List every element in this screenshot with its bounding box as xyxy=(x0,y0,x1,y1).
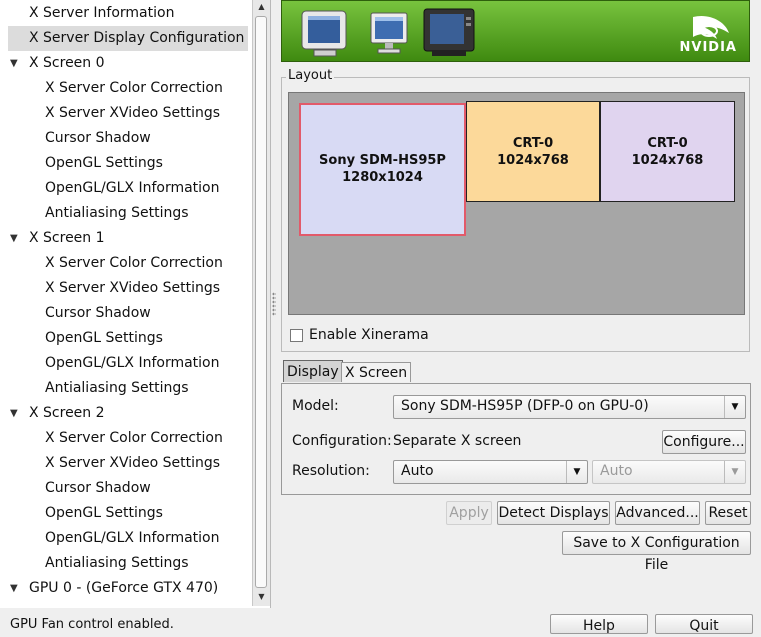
display-resolution: 1280x1024 xyxy=(342,170,423,185)
tree-item-label: OpenGL/GLX Information xyxy=(45,355,220,371)
display-box[interactable]: Sony SDM-HS95P 1280x1024 xyxy=(299,103,466,236)
tree-item-label: OpenGL Settings xyxy=(45,505,163,521)
tree-item-label: OpenGL/GLX Information xyxy=(45,180,220,196)
tree-item[interactable]: X Server XVideo Settings xyxy=(0,451,248,476)
save-config-button[interactable]: Save to X Configuration File xyxy=(562,531,751,573)
refresh-rate-value: Auto xyxy=(600,463,633,479)
tree-item[interactable]: X Server Color Correction xyxy=(0,76,248,101)
configure-button[interactable]: Configure... xyxy=(662,430,746,454)
tree-item[interactable]: OpenGL Settings xyxy=(0,326,248,351)
tree-item-label: GPU 0 - (GeForce GTX 470) xyxy=(29,580,219,596)
tree-item-label: Cursor Shadow xyxy=(45,305,151,321)
xinerama-checkbox[interactable] xyxy=(290,329,303,342)
tree-item-label: OpenGL Settings xyxy=(45,330,163,346)
layout-label: Layout xyxy=(286,68,335,83)
tree-item[interactable]: Antialiasing Settings xyxy=(0,376,248,401)
display-name: CRT-0 xyxy=(647,136,688,151)
model-label: Model: xyxy=(292,398,339,414)
advanced-button[interactable]: Advanced... xyxy=(615,501,700,525)
tree-item[interactable]: ▼ X Screen 1 xyxy=(0,226,248,251)
configuration-label: Configuration: xyxy=(292,433,392,449)
display-box[interactable]: CRT-0 1024x768 xyxy=(600,101,735,202)
configuration-value: Separate X screen xyxy=(393,433,522,449)
layout-canvas[interactable]: Sony SDM-HS95P 1280x1024 CRT-0 1024x768 CRT-… xyxy=(288,92,745,315)
tree-item-label: Antialiasing Settings xyxy=(45,380,189,396)
display-name: CRT-0 xyxy=(512,136,554,151)
resolution-select[interactable]: Auto ▼ xyxy=(393,460,588,484)
tree-item-label: X Server XVideo Settings xyxy=(45,280,221,296)
flat-panel-icon xyxy=(370,12,408,54)
tree-item-label: OpenGL Settings xyxy=(45,155,163,171)
tree-item[interactable]: OpenGL/GLX Information xyxy=(0,351,248,376)
tree-item[interactable]: X Server Color Correction xyxy=(0,251,248,276)
tree-item-label: X Server Color Correction xyxy=(45,80,223,96)
reset-button[interactable]: Reset xyxy=(705,501,751,525)
navigation-tree: X Server Information X Server Display Con… xyxy=(0,0,271,608)
display-name: Sony SDM-HS95P xyxy=(319,153,446,168)
tree-item[interactable]: ▼ X Screen 0 xyxy=(0,51,248,76)
chevron-down-icon: ▼ xyxy=(724,461,745,483)
display-box[interactable]: CRT-0 1024x768 xyxy=(466,101,600,202)
tree-item-label: X Screen 0 xyxy=(29,55,105,71)
tree-item[interactable]: Antialiasing Settings xyxy=(0,551,248,576)
nvidia-banner: NVIDIA xyxy=(281,0,750,62)
tab-x-screen[interactable]: X Screen xyxy=(341,362,412,382)
tree-item[interactable]: ▼ GPU 0 - (GeForce GTX 470) xyxy=(0,576,248,601)
display-resolution: 1024x768 xyxy=(497,153,569,168)
tv-monitor-icon xyxy=(423,8,475,56)
tree-item-label: X Server XVideo Settings xyxy=(45,105,221,121)
model-value: Sony SDM-HS95P (DFP-0 on GPU-0) xyxy=(401,398,649,414)
tree-item[interactable]: X Server XVideo Settings xyxy=(0,101,248,126)
tree-item[interactable]: Cursor Shadow xyxy=(0,126,248,151)
tree-item-label: X Server Display Configuration xyxy=(29,30,245,46)
expander-arrow-icon[interactable]: ▼ xyxy=(10,576,18,601)
tree-item[interactable]: OpenGL/GLX Information xyxy=(0,176,248,201)
tree-item[interactable]: OpenGL Settings xyxy=(0,501,248,526)
expander-arrow-icon[interactable]: ▼ xyxy=(10,401,18,426)
tab-display[interactable]: Display xyxy=(283,360,343,382)
nvidia-wordmark: NVIDIA xyxy=(679,40,737,55)
tree-item-label: X Screen 2 xyxy=(29,405,105,421)
tree-item-label: X Server Information xyxy=(29,5,175,21)
scroll-up-arrow-icon[interactable]: ▲ xyxy=(253,0,270,14)
apply-button[interactable]: Apply xyxy=(446,501,492,525)
tree-item[interactable]: ▼ X Screen 2 xyxy=(0,401,248,426)
tree-item[interactable]: Cursor Shadow xyxy=(0,301,248,326)
tree-item-label: X Server XVideo Settings xyxy=(45,455,221,471)
scroll-down-arrow-icon[interactable]: ▼ xyxy=(253,590,270,604)
chevron-down-icon: ▼ xyxy=(724,396,745,418)
tree-item-label: X Server Color Correction xyxy=(45,255,223,271)
refresh-rate-select[interactable]: Auto ▼ xyxy=(592,460,746,484)
tree-item-label: Antialiasing Settings xyxy=(45,205,189,221)
tree-item-label: Antialiasing Settings xyxy=(45,555,189,571)
scrollbar-thumb[interactable] xyxy=(255,16,267,588)
tree-item[interactable]: X Server XVideo Settings xyxy=(0,276,248,301)
pane-resize-handle[interactable] xyxy=(272,292,276,316)
model-select[interactable]: Sony SDM-HS95P (DFP-0 on GPU-0) ▼ xyxy=(393,395,746,419)
resolution-label: Resolution: xyxy=(292,463,370,479)
tree-item-label: OpenGL/GLX Information xyxy=(45,530,220,546)
tree-item[interactable]: X Server Information xyxy=(0,1,248,26)
tree-item-label: Cursor Shadow xyxy=(45,130,151,146)
expander-arrow-icon[interactable]: ▼ xyxy=(10,51,18,76)
tree-item[interactable]: OpenGL Settings xyxy=(0,151,248,176)
tree-item[interactable]: X Server Color Correction xyxy=(0,426,248,451)
detect-displays-button[interactable]: Detect Displays xyxy=(497,501,610,525)
tree-item[interactable]: Cursor Shadow xyxy=(0,476,248,501)
tree-item[interactable]: X Server Display Configuration xyxy=(8,26,248,51)
tree-item-label: X Server Color Correction xyxy=(45,430,223,446)
tree-item[interactable]: OpenGL/GLX Information xyxy=(0,526,248,551)
expander-arrow-icon[interactable]: ▼ xyxy=(10,226,18,251)
resolution-value: Auto xyxy=(401,463,434,479)
chevron-down-icon: ▼ xyxy=(566,461,587,483)
tree-item-label: X Screen 1 xyxy=(29,230,105,246)
xinerama-label: Enable Xinerama xyxy=(309,327,429,343)
tree-item[interactable]: Antialiasing Settings xyxy=(0,201,248,226)
tree-item-label: Cursor Shadow xyxy=(45,480,151,496)
crt-monitor-icon xyxy=(301,10,347,57)
help-button[interactable]: Help xyxy=(550,614,648,634)
display-resolution: 1024x768 xyxy=(631,153,704,168)
quit-button[interactable]: Quit xyxy=(655,614,753,634)
tree-scrollbar[interactable]: ▲ ▼ xyxy=(252,0,270,606)
